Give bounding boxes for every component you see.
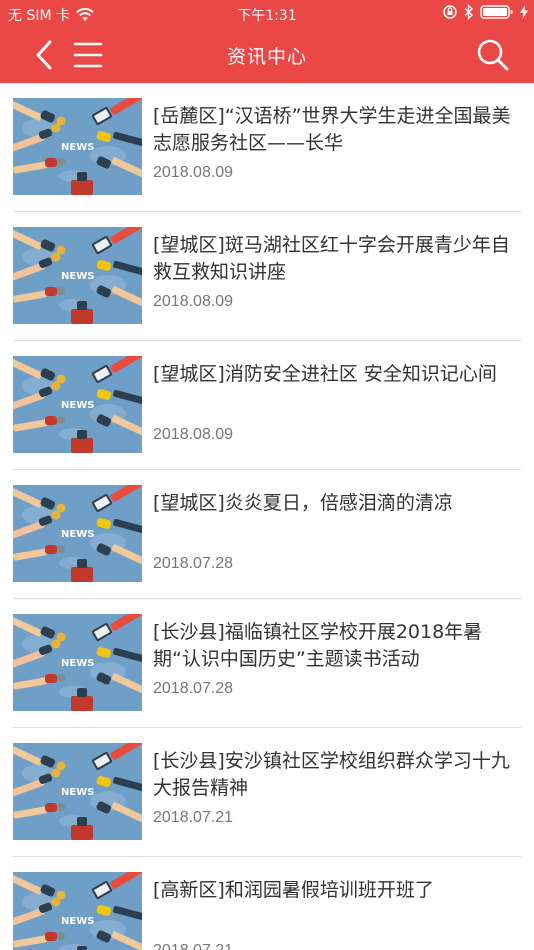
news-title: [望城区]斑马湖社区红十字会开展青少年自救互救知识讲座 [153, 234, 510, 283]
news-list-item[interactable]: NEWS [长沙县]福临镇社区学校开展2018年暑期“认识中国历史”主题读书活动… [0, 599, 534, 728]
news-date: 2018.07.28 [153, 555, 234, 572]
news-thumbnail: NEWS [13, 614, 142, 711]
svg-text:NEWS: NEWS [61, 787, 94, 798]
status-bar: 无 SIM 卡 下午1:31 [0, 0, 534, 28]
news-date: 2018.08.09 [153, 293, 234, 310]
svg-text:NEWS: NEWS [61, 271, 94, 282]
news-image: NEWS [13, 743, 142, 840]
news-list-item[interactable]: NEWS [望城区]炎炎夏日，倍感泪滴的清凉 2018.07.28 [0, 470, 534, 599]
orientation-lock-icon [443, 5, 457, 19]
news-image: NEWS [13, 872, 142, 950]
battery-icon [480, 5, 513, 19]
news-list-item[interactable]: NEWS [岳麓区]“汉语桥”世界大学生走进全国最美志愿服务社区——长华 201… [0, 83, 534, 212]
news-title: [高新区]和润园暑假培训班开班了 [153, 879, 434, 901]
search-button[interactable] [476, 38, 510, 72]
news-thumbnail: NEWS [13, 872, 142, 950]
news-thumbnail: NEWS [13, 743, 142, 840]
news-image: NEWS [13, 98, 142, 195]
news-date: 2018.07.28 [153, 680, 234, 697]
news-image: NEWS [13, 485, 142, 582]
news-thumbnail: NEWS [13, 356, 142, 453]
news-image: NEWS [13, 227, 142, 324]
news-image: NEWS [13, 356, 142, 453]
news-title: [长沙县]福临镇社区学校开展2018年暑期“认识中国历史”主题读书活动 [153, 621, 483, 670]
svg-text:NEWS: NEWS [61, 142, 94, 153]
news-list-item[interactable]: NEWS [望城区]消防安全进社区 安全知识记心间 2018.08.09 [0, 341, 534, 470]
news-thumbnail: NEWS [13, 485, 142, 582]
status-right [442, 4, 528, 20]
news-list-item[interactable]: NEWS [高新区]和润园暑假培训班开班了 2018.07.21 [0, 857, 534, 950]
news-date: 2018.07.21 [153, 809, 234, 826]
svg-text:NEWS: NEWS [61, 916, 94, 927]
svg-text:NEWS: NEWS [61, 529, 94, 540]
svg-text:NEWS: NEWS [61, 658, 94, 669]
svg-text:NEWS: NEWS [61, 400, 94, 411]
page-title: 资讯中心 [226, 46, 307, 68]
news-date: 2018.08.09 [153, 426, 234, 443]
news-title: [望城区]炎炎夏日，倍感泪滴的清凉 [153, 492, 453, 514]
charging-icon [520, 5, 528, 19]
search-icon [477, 39, 509, 71]
news-list-item[interactable]: NEWS [长沙县]安沙镇社区学校组织群众学习十九大报告精神 2018.07.2… [0, 728, 534, 857]
news-date: 2018.07.21 [153, 942, 233, 950]
news-title: [望城区]消防安全进社区 安全知识记心间 [153, 363, 497, 385]
news-image: NEWS [13, 614, 142, 711]
news-thumbnail: NEWS [13, 227, 142, 324]
news-list-item[interactable]: NEWS [望城区]斑马湖社区红十字会开展青少年自救互救知识讲座 2018.08… [0, 212, 534, 341]
news-date: 2018.08.09 [153, 164, 234, 181]
news-title: [岳麓区]“汉语桥”世界大学生走进全国最美志愿服务社区——长华 [153, 105, 511, 154]
bluetooth-icon [464, 4, 474, 20]
news-thumbnail: NEWS [13, 98, 142, 195]
news-title: [长沙县]安沙镇社区学校组织群众学习十九大报告精神 [153, 750, 510, 799]
nav-bar: 资讯中心 [0, 28, 534, 83]
news-list: NEWS [岳麓区]“汉语桥”世界大学生走进全国最美志愿服务社区——长华 201… [0, 83, 534, 950]
